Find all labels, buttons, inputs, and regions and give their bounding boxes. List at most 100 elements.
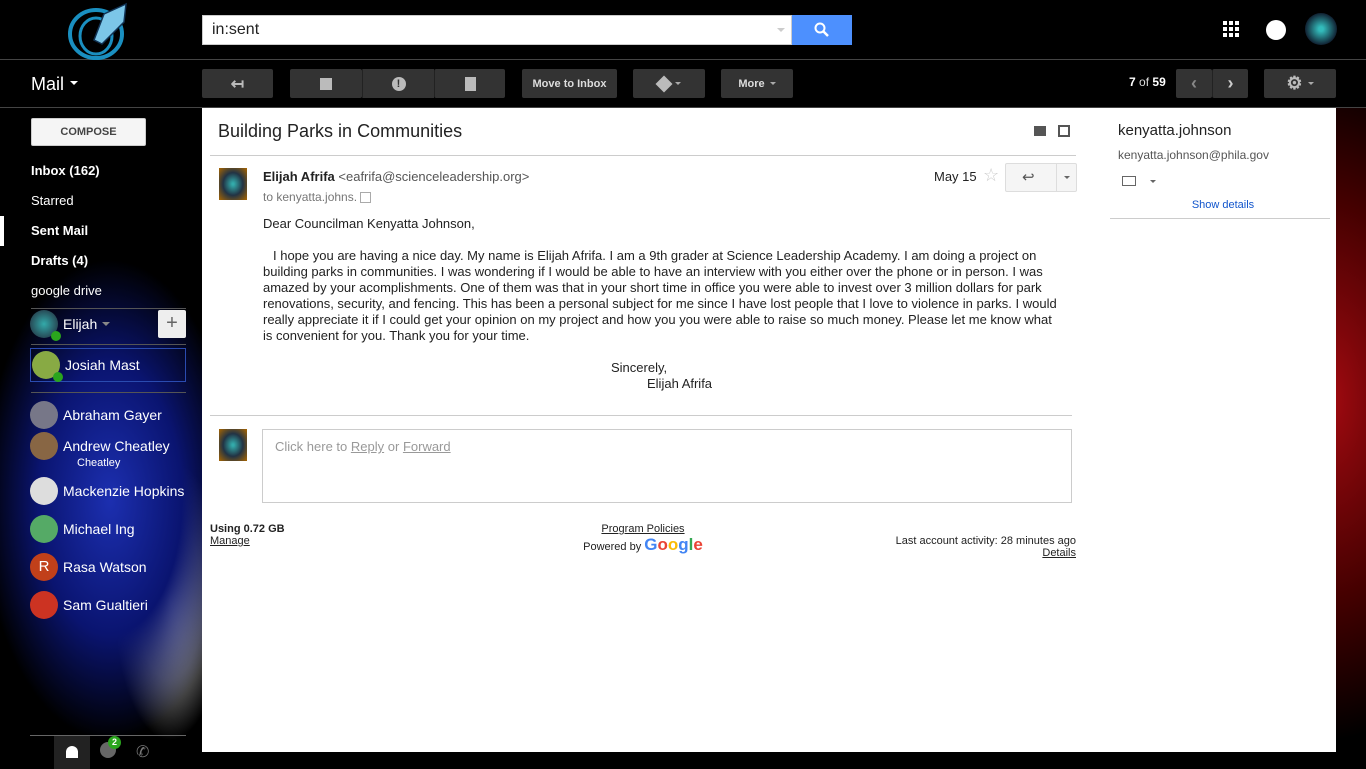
contact-name: Josiah Mast bbox=[65, 357, 140, 373]
my-avatar bbox=[219, 429, 247, 461]
chevron-left-icon: ‹ bbox=[1191, 73, 1197, 93]
more-button[interactable]: More bbox=[721, 69, 793, 98]
unread-badge: 2 bbox=[108, 736, 121, 749]
sidebar-item-google-drive[interactable]: google drive bbox=[0, 276, 200, 306]
search-options-caret-icon[interactable] bbox=[777, 28, 785, 36]
contact-panel-name: kenyatta.johnson bbox=[1118, 122, 1232, 139]
star-icon[interactable]: ☆ bbox=[983, 165, 999, 186]
avatar bbox=[30, 310, 61, 341]
sidebar-item-starred[interactable]: Starred bbox=[0, 186, 200, 216]
top-bar bbox=[0, 0, 1366, 60]
sender-name[interactable]: Elijah Afrifa bbox=[263, 169, 335, 184]
avatar bbox=[30, 477, 58, 505]
forward-link[interactable]: Forward bbox=[403, 439, 451, 454]
show-details-link[interactable]: Show details bbox=[1118, 199, 1328, 211]
phone-icon[interactable]: ✆ bbox=[136, 742, 149, 762]
toolbar: Mail ↤ ! Move to Inbox More 7 of 59 ‹ › … bbox=[0, 60, 1366, 108]
settings-button[interactable]: ⚙ bbox=[1264, 69, 1336, 98]
email-body: Dear Councilman Kenyatta Johnson, I hope… bbox=[263, 216, 1063, 360]
reply-prompt: Click here to bbox=[275, 439, 348, 454]
email-date: May 15 bbox=[934, 169, 977, 184]
contact-item[interactable]: R Rasa Watson bbox=[30, 551, 147, 583]
account-avatar[interactable] bbox=[1305, 13, 1337, 45]
contact-status: Cheatley bbox=[77, 457, 121, 469]
activity-text: Last account activity: 28 minutes ago bbox=[895, 535, 1076, 547]
older-button[interactable]: › bbox=[1212, 69, 1248, 98]
delete-button[interactable] bbox=[434, 69, 505, 98]
contact-name: Mackenzie Hopkins bbox=[63, 483, 185, 499]
greeting: Dear Councilman Kenyatta Johnson, bbox=[263, 216, 475, 231]
contact-item[interactable]: Josiah Mast bbox=[30, 348, 186, 382]
footer-center: Program Policies Powered by Google bbox=[578, 523, 708, 555]
print-icon[interactable] bbox=[1034, 126, 1046, 136]
contact-item[interactable]: Abraham Gayer bbox=[30, 399, 162, 431]
avatar bbox=[30, 401, 58, 429]
new-window-icon[interactable] bbox=[1058, 125, 1070, 137]
spam-icon: ! bbox=[391, 76, 406, 91]
search-button[interactable] bbox=[792, 15, 852, 45]
divider bbox=[31, 392, 186, 393]
divider bbox=[31, 344, 186, 345]
divider bbox=[210, 415, 1072, 416]
or-text: or bbox=[387, 439, 400, 454]
avatar bbox=[32, 351, 63, 382]
compose-button[interactable]: COMPOSE bbox=[31, 118, 146, 146]
back-arrow-icon: ↤ bbox=[230, 75, 245, 93]
report-spam-button[interactable]: ! bbox=[362, 69, 434, 98]
logo[interactable] bbox=[66, 2, 134, 60]
reply-button-group: ↩ bbox=[1005, 163, 1077, 192]
search-input[interactable] bbox=[203, 16, 763, 44]
sidebar-item-drafts[interactable]: Drafts (4) bbox=[0, 246, 200, 276]
hangouts-me[interactable]: Elijah bbox=[30, 308, 111, 341]
hangouts-tabs: 2 ✆ bbox=[30, 735, 186, 769]
gear-icon: ⚙ bbox=[1286, 73, 1303, 93]
conversations-tab-icon[interactable]: 2 bbox=[100, 736, 121, 758]
signature-name: Elijah Afrifa bbox=[647, 376, 713, 391]
reply-box[interactable]: Click here to Reply or Forward bbox=[262, 429, 1072, 503]
back-button[interactable]: ↤ bbox=[202, 69, 273, 98]
contact-item[interactable]: Mackenzie Hopkins bbox=[30, 475, 184, 507]
more-actions-button[interactable] bbox=[1056, 164, 1077, 191]
search-box[interactable] bbox=[202, 15, 792, 45]
mail-menu[interactable]: Mail bbox=[31, 74, 78, 95]
newer-button[interactable]: ‹ bbox=[1176, 69, 1212, 98]
message-view: Building Parks in Communities Elijah Afr… bbox=[202, 108, 1336, 752]
contact-panel-email: kenyatta.johnson@phila.gov bbox=[1118, 148, 1269, 162]
show-details-caret-icon[interactable] bbox=[360, 192, 372, 204]
details-link[interactable]: Details bbox=[1042, 547, 1076, 559]
powered-by: Powered by bbox=[583, 541, 642, 553]
labels-button[interactable] bbox=[633, 69, 705, 98]
reply-icon[interactable]: ↩ bbox=[1022, 168, 1035, 186]
sender-avatar bbox=[219, 168, 247, 200]
recipients: to kenyatta.johns. bbox=[263, 190, 372, 204]
contact-name: Michael Ing bbox=[63, 521, 135, 537]
sidebar-item-sent[interactable]: Sent Mail bbox=[0, 216, 200, 246]
chevron-down-icon[interactable] bbox=[1150, 180, 1156, 186]
sidebar: COMPOSE Inbox (162) Starred Sent Mail Dr… bbox=[0, 108, 200, 769]
contact-name: Andrew Cheatley bbox=[63, 438, 170, 454]
avatar: R bbox=[30, 553, 58, 581]
notifications-bell-icon[interactable] bbox=[1266, 20, 1286, 40]
email-subject: Building Parks in Communities bbox=[218, 121, 463, 141]
contacts-tab[interactable] bbox=[54, 736, 90, 769]
email-icon[interactable] bbox=[1122, 176, 1136, 186]
more-label: More bbox=[738, 77, 765, 90]
sidebar-item-inbox[interactable]: Inbox (162) bbox=[0, 156, 200, 186]
apps-grid-icon[interactable] bbox=[1223, 21, 1239, 37]
contact-name: Rasa Watson bbox=[63, 559, 147, 575]
account-activity: Last account activity: 28 minutes ago Det… bbox=[896, 535, 1076, 559]
contact-item[interactable]: Michael Ing bbox=[30, 513, 135, 545]
program-policies-link[interactable]: Program Policies bbox=[601, 523, 684, 535]
trash-icon bbox=[464, 76, 476, 91]
move-to-inbox-button[interactable]: Move to Inbox bbox=[522, 69, 617, 98]
contact-item[interactable]: Sam Gualtieri bbox=[30, 589, 148, 621]
recipient-text: to kenyatta.johns. bbox=[263, 190, 358, 204]
reply-link[interactable]: Reply bbox=[351, 439, 384, 454]
archive-button[interactable] bbox=[290, 69, 362, 98]
new-conversation-button[interactable]: + bbox=[158, 310, 186, 338]
manage-link[interactable]: Manage bbox=[210, 535, 250, 547]
contact-name: Abraham Gayer bbox=[63, 407, 162, 423]
chevron-down-icon bbox=[1064, 176, 1070, 182]
chevron-down-icon bbox=[102, 322, 111, 330]
contact-name: Sam Gualtieri bbox=[63, 597, 148, 613]
